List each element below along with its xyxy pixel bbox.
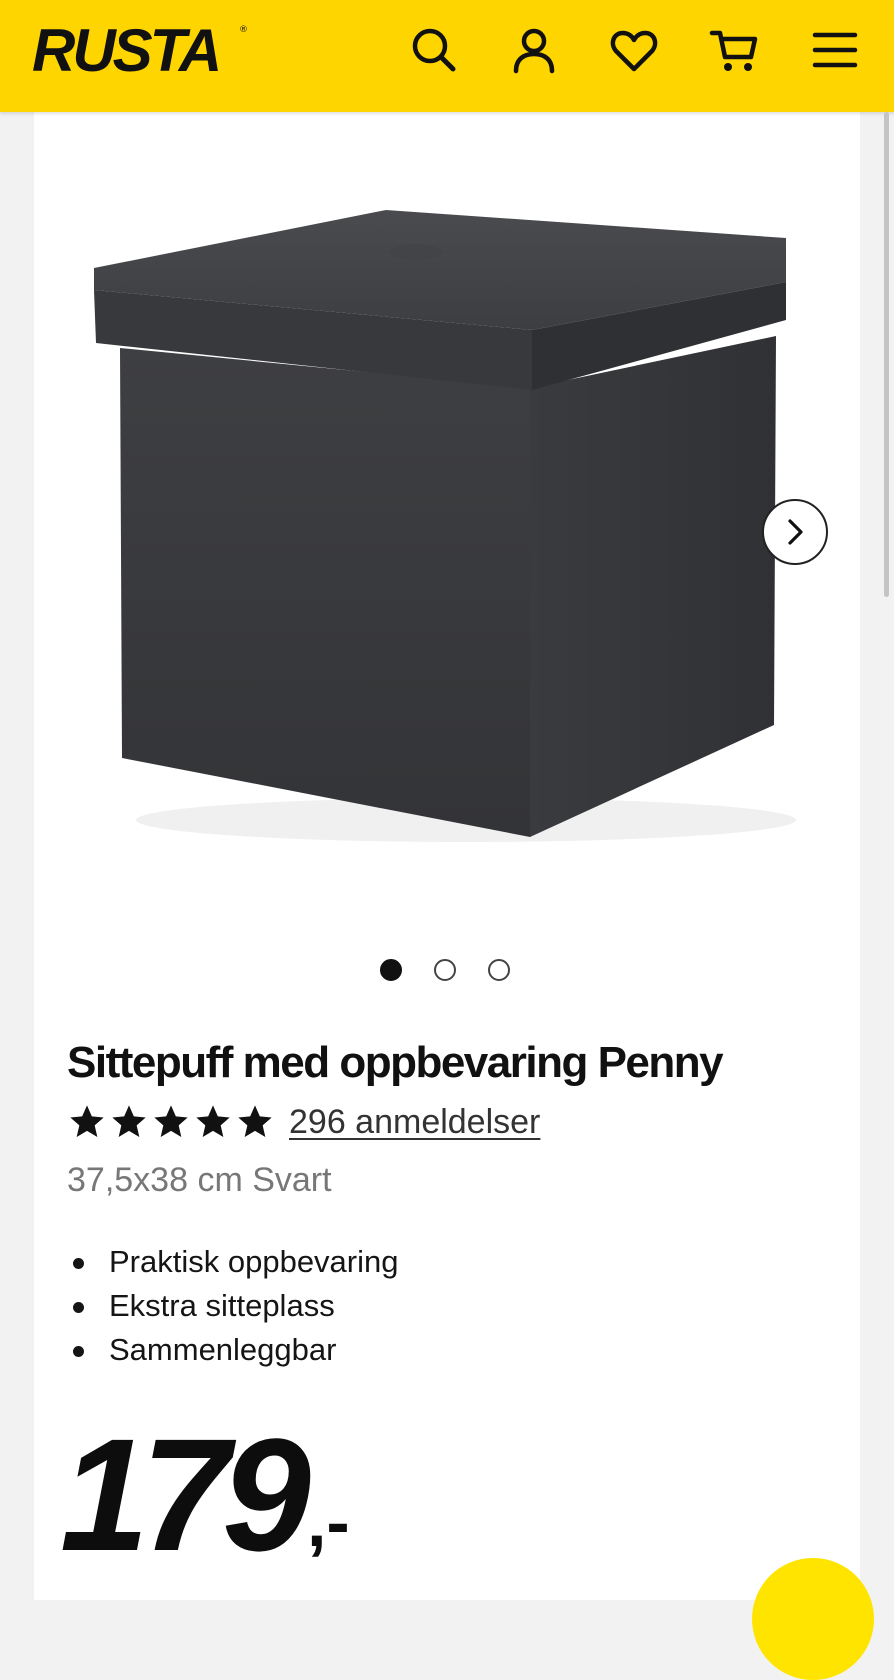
gallery-dot-3[interactable] [488,959,510,981]
menu-icon[interactable] [807,22,863,78]
rusta-logo[interactable]: RUSTA [32,14,222,88]
product-price: 179 ,- [60,1405,350,1584]
gallery-dot-1[interactable] [380,959,402,981]
reviews-link[interactable]: 296 anmeldelser [289,1103,540,1142]
rating-stars [67,1102,275,1142]
price-value: 179 [60,1405,311,1584]
product-image-grey-ottoman[interactable] [86,200,826,880]
product-variant: 37,5x38 cm Svart [67,1161,332,1199]
star-icon [196,1105,230,1137]
user-icon[interactable] [506,22,562,78]
gallery-dot-2[interactable] [434,959,456,981]
star-icon [112,1105,146,1137]
star-icon [70,1105,104,1137]
star-icon [238,1105,272,1137]
top-header: RUSTA ® [0,0,894,112]
search-icon[interactable] [406,22,462,78]
price-suffix: ,- [306,1483,350,1561]
star-icon [154,1105,188,1137]
next-image-button[interactable] [762,499,828,565]
cart-icon[interactable] [706,22,762,78]
page-scrollbar[interactable] [884,112,889,597]
feature-list: Praktisk oppbevaring Ekstra sitteplass S… [67,1240,399,1372]
product-title: Sittepuff med oppbevaring Penny [67,1038,724,1087]
registered-mark: ® [239,25,248,35]
feature-item: Praktisk oppbevaring [67,1240,399,1284]
feature-item: Sammenleggbar [67,1328,399,1372]
gallery-pagination [380,959,520,983]
product-rating: 296 anmeldelser [67,1097,540,1147]
floating-action-button[interactable] [752,1558,874,1680]
heart-icon[interactable] [606,22,662,78]
chevron-right-icon [788,519,803,545]
feature-item: Ekstra sitteplass [67,1284,399,1328]
